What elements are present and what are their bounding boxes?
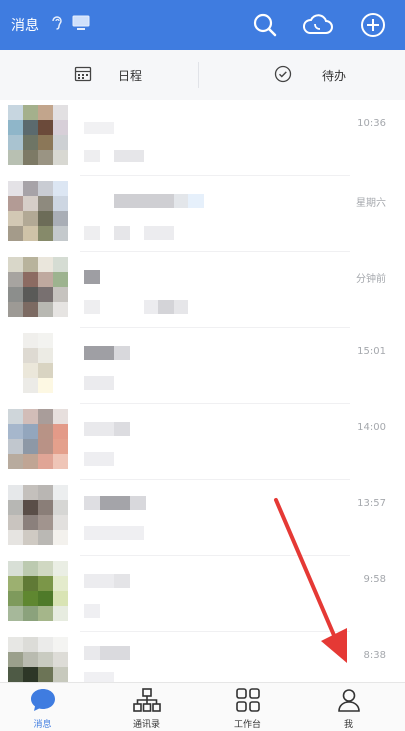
message-list: 10:36 星期六 分钟前 15:01 14:00 13:57 9:58 8:3… (0, 100, 405, 682)
avatar (8, 485, 68, 545)
todo-label: 待办 (322, 68, 347, 83)
list-item[interactable]: 13:57 (0, 480, 405, 556)
message-time: 星期六 (356, 198, 386, 209)
avatar (8, 181, 68, 241)
todo-button[interactable]: 待办 (274, 50, 346, 100)
message-time: 9:58 (363, 574, 386, 585)
org-chart-icon (132, 687, 162, 717)
tab-label: 通讯录 (132, 720, 160, 730)
message-time: 14:00 (357, 422, 386, 433)
quick-actions-bar: 日程 待办 (0, 50, 405, 100)
message-time: 10:36 (357, 118, 386, 129)
bottom-tab-bar: 消息 通讯录 工作台 我 (0, 682, 405, 731)
tab-messages[interactable]: 消息 (2, 683, 83, 731)
schedule-label: 日程 (118, 68, 143, 83)
list-item[interactable]: 8:38 (0, 632, 405, 682)
avatar (8, 333, 68, 393)
tab-workbench[interactable]: 工作台 (207, 683, 288, 731)
list-item[interactable]: 15:01 (0, 328, 405, 404)
list-item[interactable]: 14:00 (0, 404, 405, 480)
list-item[interactable]: 10:36 (0, 100, 405, 176)
schedule-button[interactable]: 日程 (74, 50, 142, 100)
chat-bubble-icon (29, 687, 57, 717)
list-item[interactable]: 9:58 (0, 556, 405, 632)
calendar-icon (74, 65, 92, 86)
avatar (8, 257, 68, 317)
message-time: 13:57 (357, 498, 386, 509)
avatar (8, 637, 68, 682)
person-icon (336, 687, 362, 717)
cloud-call-icon[interactable] (302, 10, 333, 40)
page-title: 消息 (11, 18, 39, 34)
avatar (8, 561, 68, 621)
grid-icon (235, 687, 261, 717)
message-time: 分钟前 (356, 274, 386, 285)
tab-label: 工作台 (233, 720, 261, 730)
list-item[interactable]: 星期六 (0, 176, 405, 252)
list-item[interactable]: 分钟前 (0, 252, 405, 328)
tab-contacts[interactable]: 通讯录 (106, 683, 187, 731)
avatar (8, 409, 68, 469)
message-time: 15:01 (357, 346, 386, 357)
add-icon[interactable] (358, 10, 388, 40)
tab-label: 我 (343, 720, 353, 730)
desktop-icon[interactable] (72, 15, 90, 35)
search-icon[interactable] (250, 10, 280, 40)
ear-icon[interactable] (50, 14, 64, 36)
divider (198, 62, 199, 88)
message-time: 8:38 (363, 650, 386, 661)
tab-me[interactable]: 我 (308, 683, 389, 731)
tab-label: 消息 (33, 720, 52, 730)
check-circle-icon (274, 65, 292, 86)
avatar (8, 105, 68, 165)
app-header: 消息 (0, 0, 405, 50)
